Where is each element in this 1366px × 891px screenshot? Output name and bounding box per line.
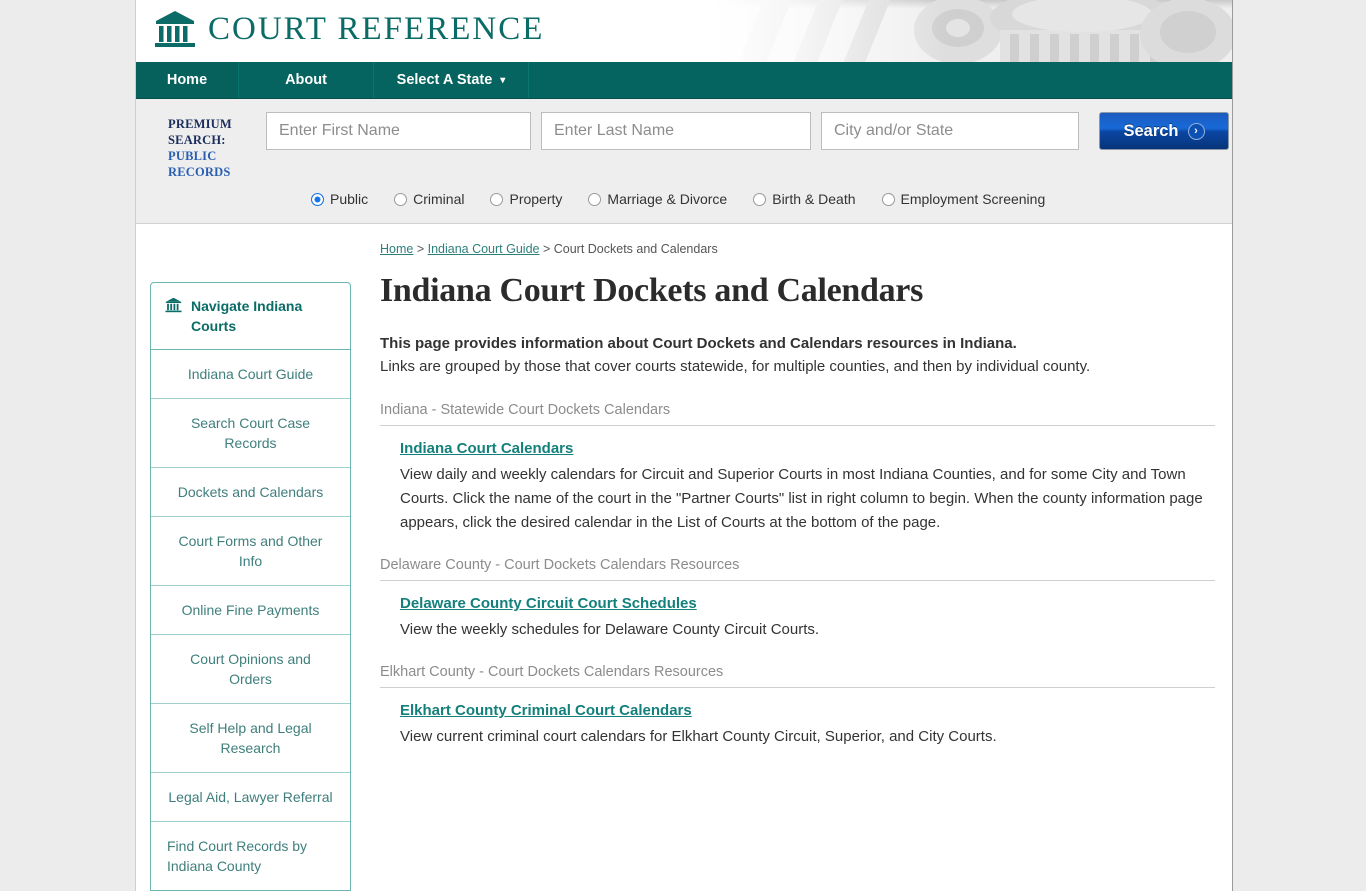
main-navigation: Home About Select A State ▾	[136, 62, 1232, 99]
radio-property-label: Property	[509, 191, 563, 207]
radio-option-property[interactable]: Property	[490, 191, 562, 207]
page-title: Indiana Court Dockets and Calendars	[380, 272, 924, 309]
sidebar-item-dockets-and-calendars[interactable]: Dockets and Calendars	[151, 468, 350, 517]
radio-marriage-divorce-label: Marriage & Divorce	[607, 191, 728, 207]
breadcrumb-current: Court Dockets and Calendars	[553, 242, 718, 256]
resource-description-elkhart-county: View current criminal court calendars fo…	[400, 728, 997, 745]
section-heading-statewide: Indiana - Statewide Court Dockets Calend…	[380, 402, 1215, 426]
search-button-label: Search	[1123, 121, 1179, 140]
page-container: COURT REFERENCE Home About Select A Stat…	[136, 0, 1232, 891]
nav-item-home[interactable]: Home	[136, 62, 239, 98]
radio-option-public[interactable]: Public	[311, 191, 368, 207]
radio-employment-screening-input[interactable]	[881, 192, 895, 206]
sidebar-item-self-help-and-legal-research[interactable]: Self Help and Legal Research	[151, 704, 350, 773]
radio-option-criminal[interactable]: Criminal	[394, 191, 464, 207]
resource-link-elkhart-county-criminal-court-calendars[interactable]: Elkhart County Criminal Court Calendars	[400, 702, 692, 719]
sidebar-item-court-forms-and-other-info[interactable]: Court Forms and Other Info	[151, 517, 350, 586]
nav-item-select-a-state[interactable]: Select A State ▾	[374, 62, 529, 98]
nav-item-about[interactable]: About	[239, 62, 374, 98]
premium-search-label: PREMIUM SEARCH: PUBLIC RECORDS	[168, 112, 266, 180]
masthead-column-artwork	[712, 0, 1232, 62]
sidebar-nav-box: Navigate Indiana Courts Indiana Court Gu…	[150, 282, 351, 891]
radio-criminal-input[interactable]	[394, 192, 408, 206]
radio-employment-screening-label: Employment Screening	[900, 191, 1046, 207]
sidebar-item-legal-aid-lawyer-referral[interactable]: Legal Aid, Lawyer Referral	[151, 773, 350, 822]
radio-option-marriage-divorce[interactable]: Marriage & Divorce	[588, 191, 727, 207]
search-button[interactable]: Search ›	[1099, 112, 1229, 150]
sidebar-header: Navigate Indiana Courts	[151, 283, 350, 350]
premium-label-link1[interactable]: PUBLIC	[168, 148, 266, 164]
resource-description-indiana-court-calendars: View daily and weekly calendars for Circ…	[400, 466, 1203, 531]
page-body: Navigate Indiana Courts Indiana Court Gu…	[136, 224, 1232, 891]
sidebar-header-title: Navigate Indiana Courts	[191, 298, 303, 334]
section-heading-elkhart-county: Elkhart County - Court Dockets Calendars…	[380, 664, 1215, 688]
sidebar-item-court-opinions-and-orders[interactable]: Court Opinions and Orders	[151, 635, 350, 704]
courthouse-icon	[165, 297, 182, 318]
radio-property-input[interactable]	[490, 192, 504, 206]
chevron-down-icon: ▾	[500, 74, 506, 86]
intro-strong-text: This page provides information about Cou…	[380, 335, 1017, 352]
resource-block-delaware-county: Delaware County Circuit Court Schedules …	[380, 595, 1215, 642]
search-fields-group: Search ›	[266, 112, 1229, 150]
premium-label-link2[interactable]: RECORDS	[168, 164, 266, 180]
city-state-input[interactable]	[821, 112, 1079, 150]
main-content: Home > Indiana Court Guide > Court Docke…	[351, 242, 1218, 891]
radio-marriage-divorce-input[interactable]	[588, 192, 602, 206]
premium-label-line1: PREMIUM	[168, 117, 232, 131]
nav-item-select-a-state-label: Select A State	[396, 72, 493, 88]
sidebar: Navigate Indiana Courts Indiana Court Gu…	[150, 242, 351, 891]
first-name-input[interactable]	[266, 112, 531, 150]
radio-option-employment-screening[interactable]: Employment Screening	[881, 191, 1046, 207]
radio-public-label: Public	[330, 191, 369, 207]
radio-criminal-label: Criminal	[413, 191, 465, 207]
radio-option-birth-death[interactable]: Birth & Death	[753, 191, 856, 207]
breadcrumb: Home > Indiana Court Guide > Court Docke…	[380, 242, 1215, 256]
section-heading-delaware-county: Delaware County - Court Dockets Calendar…	[380, 557, 1215, 581]
site-logo[interactable]: COURT REFERENCE	[154, 9, 544, 49]
resource-block-statewide: Indiana Court Calendars View daily and w…	[380, 440, 1215, 535]
courthouse-icon	[154, 9, 196, 49]
site-brand-name: COURT REFERENCE	[208, 10, 545, 47]
breadcrumb-separator-1: >	[413, 242, 428, 256]
radio-public-input[interactable]	[311, 192, 324, 206]
sidebar-item-find-court-records-by-indiana-county[interactable]: Find Court Records by Indiana County	[151, 822, 350, 890]
resource-link-delaware-county-circuit-court-schedules[interactable]: Delaware County Circuit Court Schedules	[400, 595, 697, 612]
intro-sub-text: Links are grouped by those that cover co…	[380, 358, 1091, 375]
sidebar-item-search-court-case-records[interactable]: Search Court Case Records	[151, 399, 350, 468]
sidebar-item-online-fine-payments[interactable]: Online Fine Payments	[151, 586, 350, 635]
record-type-radio-group: Public Criminal Property Marriage & Divo…	[136, 191, 1232, 207]
breadcrumb-separator-2: >	[539, 242, 554, 256]
resource-description-delaware-county: View the weekly schedules for Delaware C…	[400, 621, 820, 638]
premium-label-line2: SEARCH:	[168, 133, 226, 147]
breadcrumb-link-indiana-court-guide[interactable]: Indiana Court Guide	[428, 242, 540, 256]
last-name-input[interactable]	[541, 112, 811, 150]
radio-birth-death-label: Birth & Death	[772, 191, 856, 207]
breadcrumb-link-home[interactable]: Home	[380, 242, 413, 256]
sidebar-item-indiana-court-guide[interactable]: Indiana Court Guide	[151, 350, 350, 399]
resource-block-elkhart-county: Elkhart County Criminal Court Calendars …	[380, 702, 1215, 749]
site-masthead: COURT REFERENCE	[136, 0, 1232, 62]
chevron-right-icon: ›	[1187, 122, 1205, 140]
nav-item-about-label: About	[285, 72, 327, 88]
nav-item-home-label: Home	[166, 72, 208, 88]
radio-birth-death-input[interactable]	[753, 192, 767, 206]
premium-search-bar: PREMIUM SEARCH: PUBLIC RECORDS Search › …	[136, 99, 1232, 224]
resource-link-indiana-court-calendars[interactable]: Indiana Court Calendars	[400, 440, 573, 457]
